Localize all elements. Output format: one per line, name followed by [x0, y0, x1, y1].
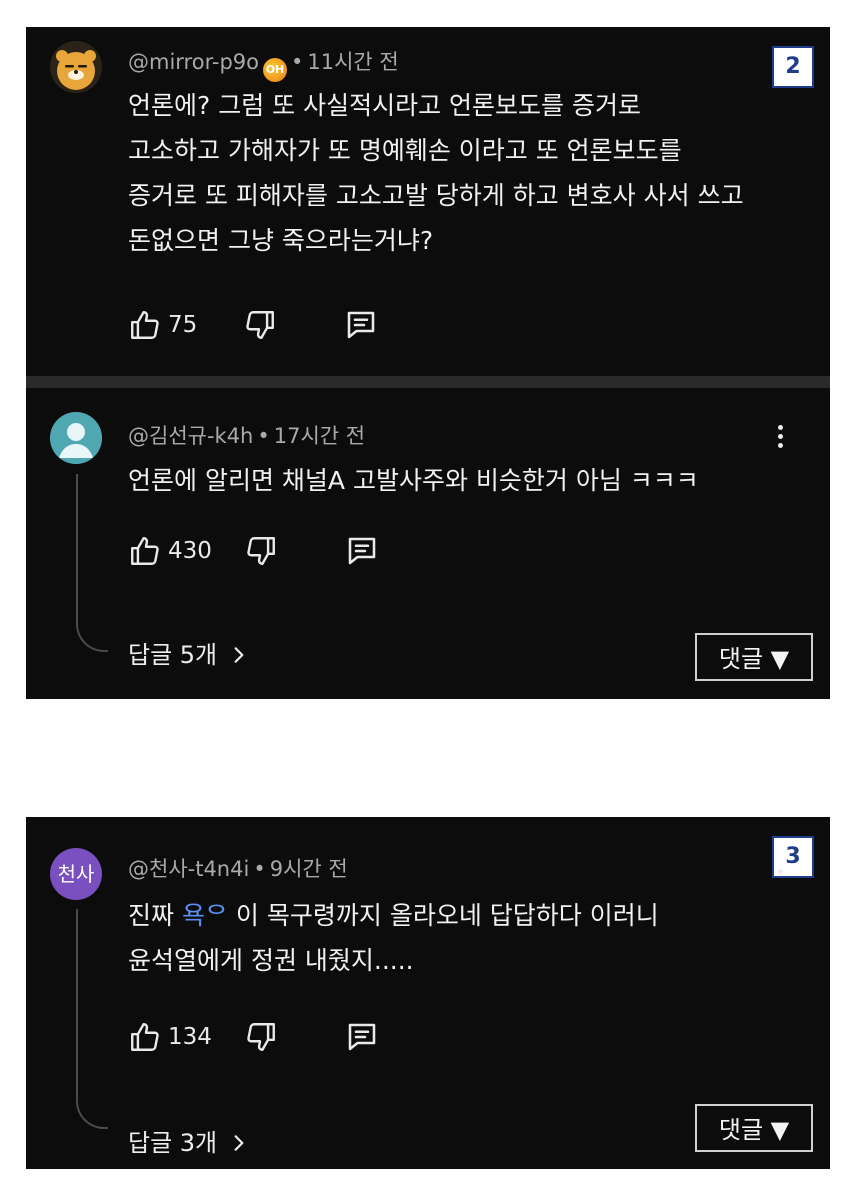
comment-time: 9시간 전	[269, 857, 348, 881]
comment-panel-2: 천사 @천사-t4n4i • 9시간 전 3 진짜 욕ᄋ 이 목구령까지 올라오네 …	[26, 817, 830, 1169]
like-count: 134	[168, 1024, 212, 1050]
comment-actions: 75	[128, 307, 379, 343]
comment-actions: 430	[128, 533, 380, 569]
comment-body: 언론에 알리면 채널A 고발사주와 비슷한거 아님 ㅋㅋㅋ	[128, 458, 699, 503]
comment-icon	[348, 1023, 376, 1051]
member-badge-icon: OH	[262, 58, 287, 82]
section-divider	[26, 376, 830, 388]
comment-line: 언론에 알리면 채널A 고발사주와 비슷한거 아님 ㅋㅋㅋ	[128, 466, 699, 495]
replies-count-label: 답글 3개	[128, 1129, 218, 1157]
more-vert-icon[interactable]	[770, 869, 790, 885]
view-replies-link[interactable]: 답글 5개	[128, 635, 249, 670]
thumbs-down-icon	[247, 537, 275, 565]
reply-dropdown-button[interactable]: 댓글 ▼	[695, 1104, 813, 1152]
dislike-button[interactable]	[243, 308, 277, 342]
like-button[interactable]: 430	[128, 534, 212, 568]
comment-line: 진짜 욕ᄋ 이 목구령까지 올라오네 답답하다 이러니	[128, 893, 659, 938]
comment-text-highlight[interactable]: 욕ᄋ	[182, 901, 228, 930]
like-count: 430	[168, 538, 212, 564]
like-button[interactable]: 75	[128, 308, 197, 342]
default-user-icon	[50, 412, 102, 464]
like-count: 75	[168, 312, 198, 338]
comment-author[interactable]: @mirror-p9o	[128, 50, 259, 74]
comment-icon	[348, 537, 376, 565]
comment-icon	[348, 311, 375, 339]
meta-separator-dot: •	[253, 857, 266, 881]
comment-time: 17시간 전	[273, 424, 366, 448]
reply-comment-button[interactable]	[343, 307, 379, 343]
comment-panel-1: @mirror-p9o OH • 11시간 전 2 언론에? 그럼 또 사실적시라고 …	[26, 27, 830, 699]
comment-body: 진짜 욕ᄋ 이 목구령까지 올라오네 답답하다 이러니 윤석열에게 정권 내줬지…	[128, 893, 659, 983]
like-button[interactable]: 134	[128, 1020, 212, 1054]
thread-connector	[76, 474, 108, 652]
meta-separator-dot: •	[290, 50, 304, 74]
thumbs-up-icon	[131, 1023, 159, 1051]
number-badge: 2	[772, 46, 814, 88]
comment-author[interactable]: @천사-t4n4i	[128, 857, 249, 881]
comment-meta: @김선규-k4h • 17시간 전	[128, 420, 365, 450]
comment-line: 증거로 또 피해자를 고소고발 당하게 하고 변호사 사서 쓰고	[128, 181, 744, 210]
comment-author[interactable]: @김선규-k4h	[128, 424, 253, 448]
avatar[interactable]: 천사	[50, 848, 102, 900]
comment-text-prefix: 진짜	[128, 901, 182, 930]
meta-separator-dot: •	[257, 424, 270, 448]
avatar[interactable]	[50, 41, 102, 93]
thumbs-up-icon	[131, 537, 159, 565]
thumbs-up-icon	[131, 311, 159, 339]
reply-dropdown-button[interactable]: 댓글 ▼	[695, 633, 813, 681]
dislike-button[interactable]	[244, 1020, 278, 1054]
comment-body: 언론에? 그럼 또 사실적시라고 언론보도를 증거로 고소하고 가해자가 또 명…	[128, 83, 744, 263]
comment-line: 윤석열에게 정권 내줬지.....	[128, 946, 414, 975]
comment-line: 돈없으면 그냥 죽으라는거냐?	[128, 226, 434, 255]
lion-character-icon	[50, 41, 102, 93]
avatar[interactable]	[50, 412, 102, 464]
thumbs-down-icon	[246, 311, 275, 339]
replies-count-label: 답글 5개	[128, 641, 218, 669]
comment-meta: @mirror-p9o OH • 11시간 전	[128, 46, 399, 82]
reply-comment-button[interactable]	[344, 1019, 380, 1055]
comment-meta: @천사-t4n4i • 9시간 전	[128, 853, 348, 883]
chevron-right-icon	[234, 1135, 244, 1151]
thumbs-down-icon	[247, 1023, 275, 1051]
reply-comment-button[interactable]	[344, 533, 380, 569]
comment-actions: 134	[128, 1019, 380, 1055]
view-replies-link[interactable]: 답글 3개	[128, 1123, 249, 1158]
dislike-button[interactable]	[244, 534, 278, 568]
comment-text-rest: 이 목구령까지 올라오네 답답하다 이러니	[235, 901, 659, 930]
comment-line: 고소하고 가해자가 또 명예훼손 이라고 또 언론보도를	[128, 136, 682, 165]
thread-connector	[76, 909, 108, 1129]
avatar-initials: 천사	[57, 862, 95, 886]
comment-line: 언론에? 그럼 또 사실적시라고 언론보도를 증거로	[128, 91, 642, 120]
chevron-right-icon	[234, 647, 244, 663]
more-vert-icon[interactable]	[770, 421, 790, 461]
comment-time: 11시간 전	[307, 50, 399, 74]
